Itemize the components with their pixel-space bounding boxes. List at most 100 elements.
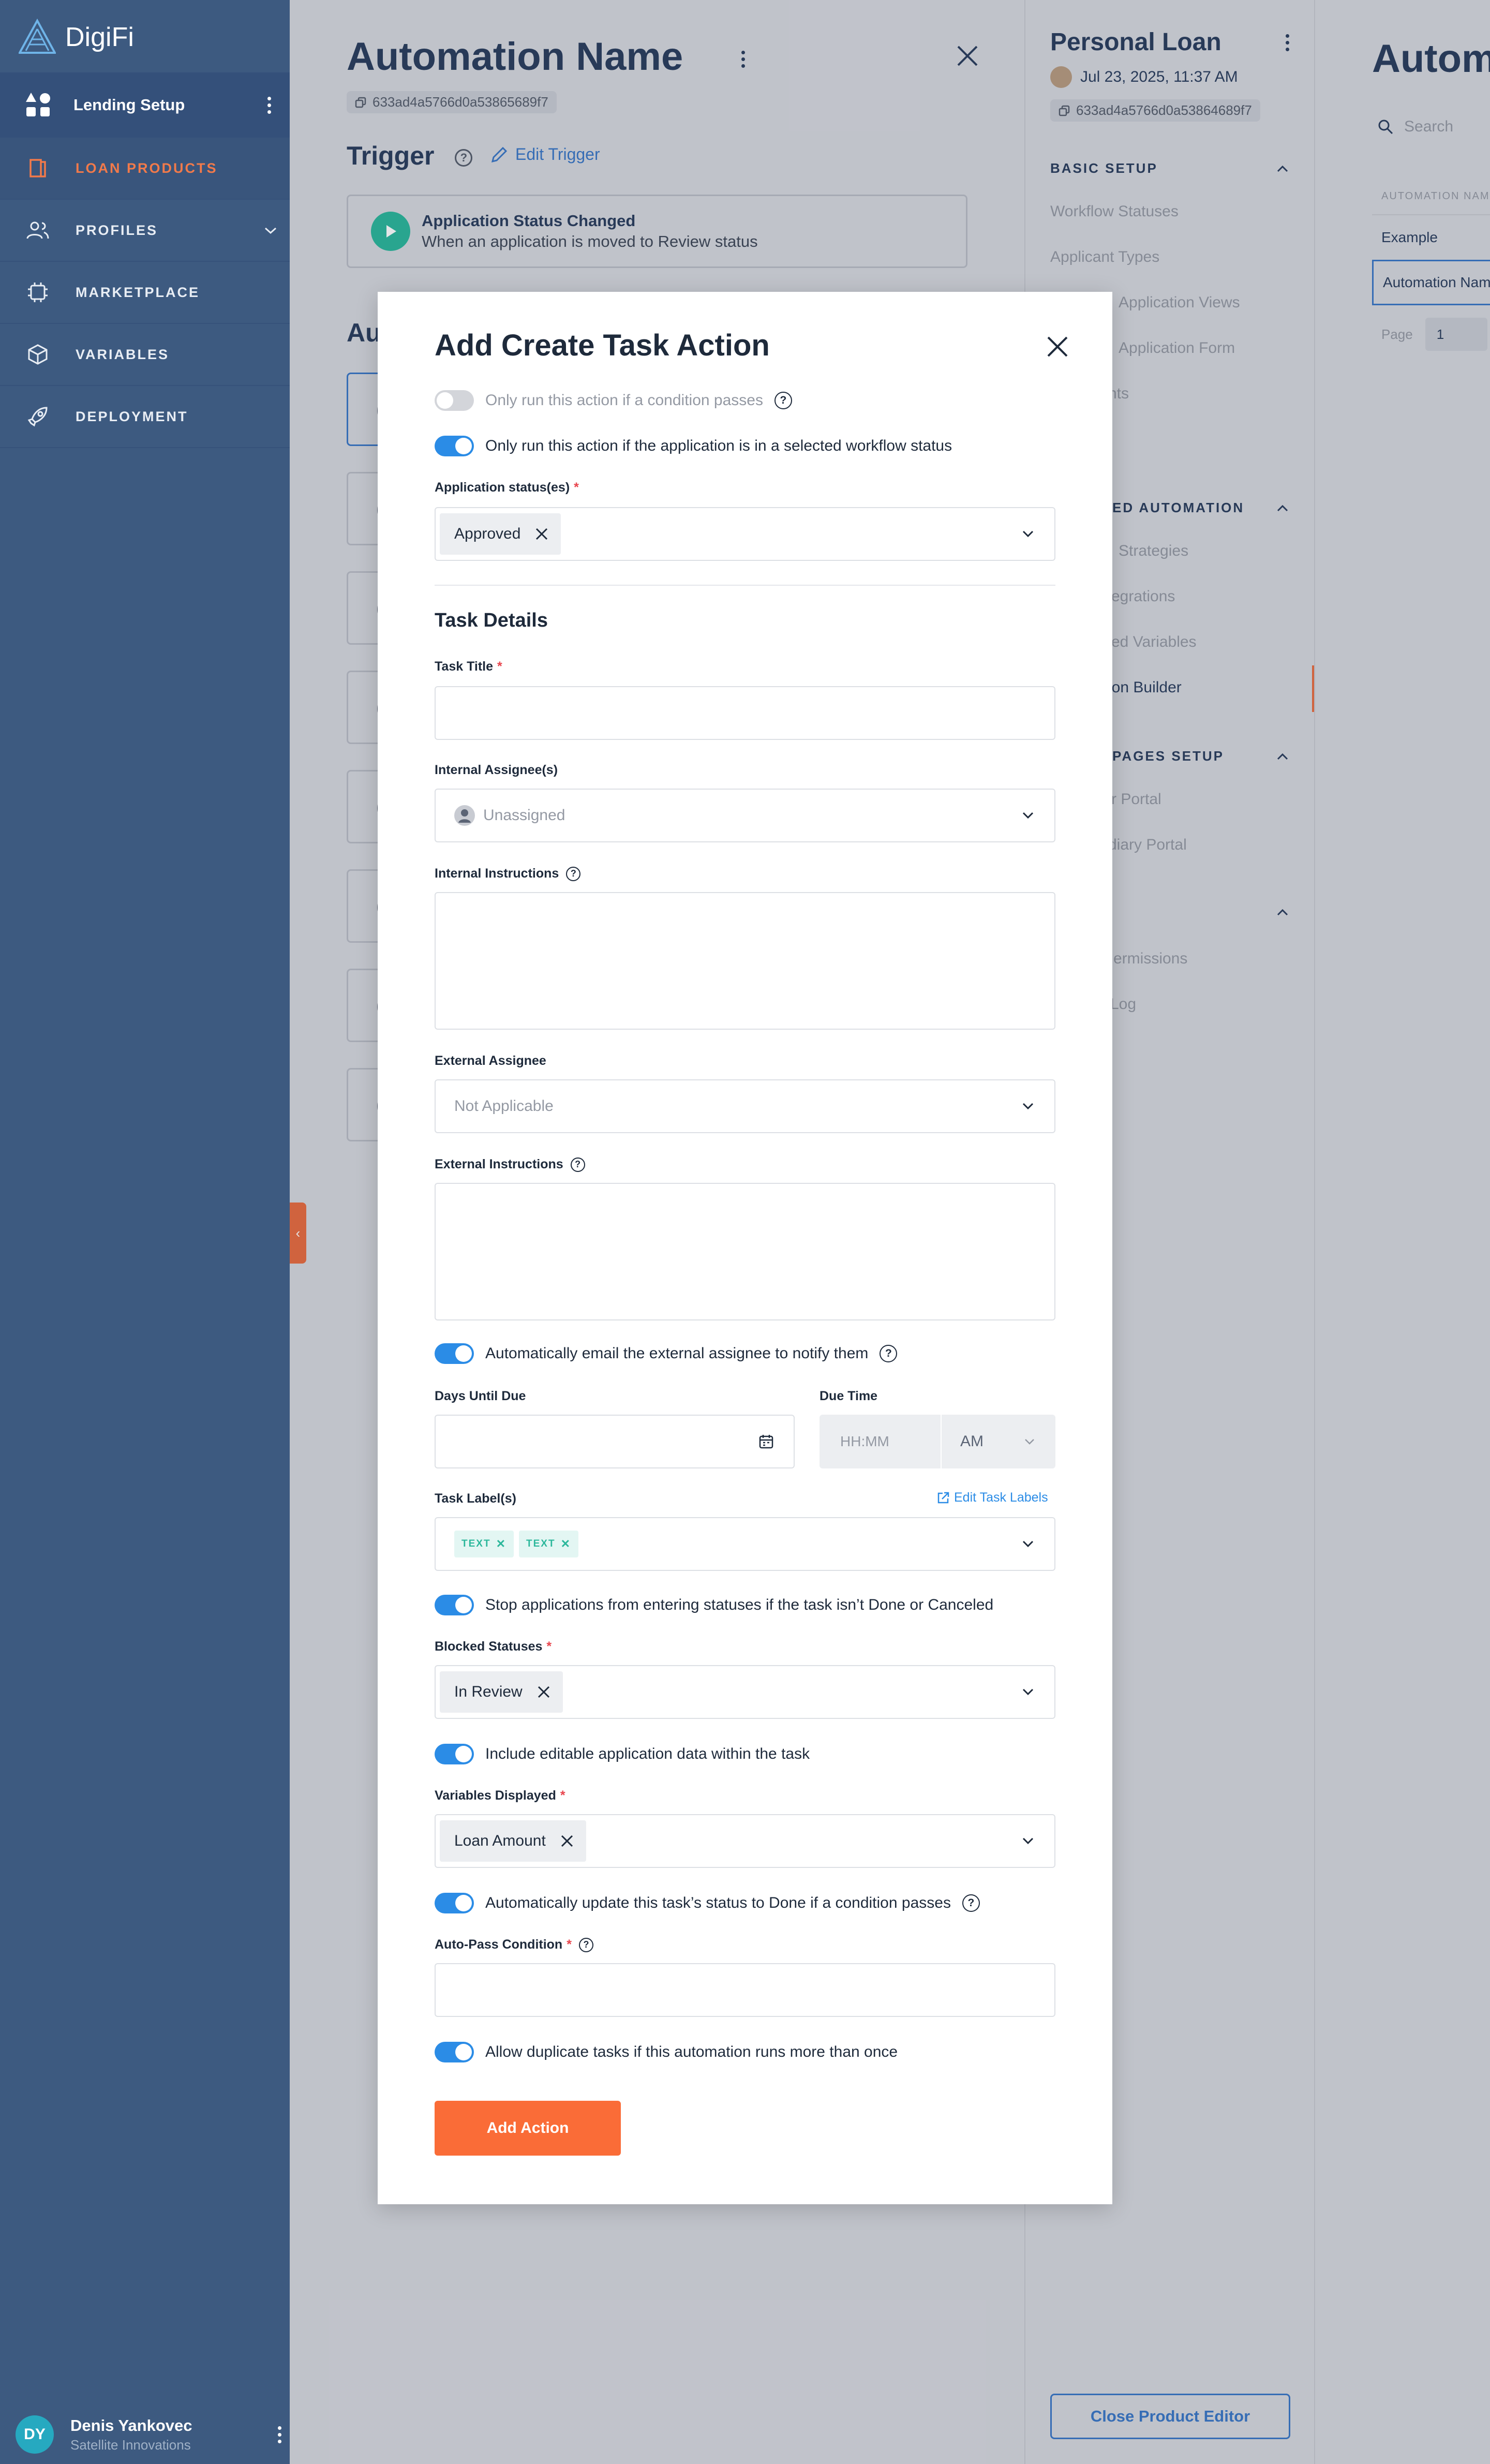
user-menu-icon[interactable]	[274, 2426, 285, 2443]
task-title-label: Task Title *	[435, 659, 502, 674]
include-data-toggle[interactable]	[435, 1744, 474, 1764]
digifi-logo-icon	[19, 19, 56, 54]
help-icon[interactable]: ?	[570, 1157, 585, 1172]
logo-text: DigiFi	[65, 22, 134, 52]
lending-setup-switcher[interactable]: Lending Setup	[0, 72, 290, 138]
due-time-label: Due Time	[820, 1389, 878, 1403]
label-text: Application status(es)	[435, 480, 570, 495]
variables-displayed-label: Variables Displayed *	[435, 1788, 565, 1803]
duplicate-toggle-row: Allow duplicate tasks if this automation…	[435, 2042, 898, 2062]
edit-task-labels-text: Edit Task Labels	[954, 1490, 1048, 1505]
task-title-input[interactable]	[435, 686, 1055, 740]
help-icon[interactable]: ?	[578, 1937, 593, 1952]
assignee-value: Unassigned	[483, 807, 565, 824]
label-text: Task Title	[435, 659, 494, 674]
sidebar-item-label: PROFILES	[76, 222, 158, 238]
toggle-label: Only run this action if a condition pass…	[485, 392, 763, 409]
selected-chip: In Review	[440, 1671, 563, 1713]
sidebar-item-deployment[interactable]: DEPLOYMENT	[0, 386, 290, 448]
include-data-toggle-row: Include editable application data within…	[435, 1744, 810, 1764]
sidebar-item-label: LOAN PRODUCTS	[76, 160, 218, 176]
remove-chip-icon[interactable]	[537, 1685, 550, 1699]
sidebar-item-variables[interactable]: VARIABLES	[0, 324, 290, 386]
chevron-down-icon	[1022, 1688, 1034, 1696]
chip-label: Approved	[454, 525, 521, 542]
auto-pass-condition-input[interactable]	[435, 1963, 1055, 2017]
external-link-icon	[937, 1492, 949, 1503]
variables-displayed-select[interactable]: Loan Amount	[435, 1814, 1055, 1868]
user-info: Denis Yankovec Satellite Innovations	[70, 2416, 274, 2453]
sidebar: DigiFi Lending Setup LOAN PRODUCTS PROFI…	[0, 0, 290, 2464]
task-labels-select[interactable]: TEXT ✕ TEXT ✕	[435, 1517, 1055, 1571]
help-icon[interactable]: ?	[566, 866, 581, 881]
divider	[435, 585, 1055, 586]
task-labels-label: Task Label(s)	[435, 1491, 516, 1506]
internal-assignee-label: Internal Assignee(s)	[435, 763, 558, 777]
status-toggle[interactable]	[435, 436, 474, 456]
remove-chip-icon[interactable]	[535, 527, 548, 541]
sidebar-item-loan-products[interactable]: LOAN PRODUCTS	[0, 138, 290, 200]
help-icon[interactable]: ?	[962, 1894, 980, 1912]
sidebar-item-label: MARKETPLACE	[76, 284, 200, 300]
task-details-heading: Task Details	[435, 610, 548, 631]
book-icon	[26, 156, 50, 180]
external-assignee-value: Not Applicable	[454, 1097, 554, 1115]
task-label-tag: TEXT ✕	[519, 1531, 578, 1557]
external-instructions-textarea[interactable]	[435, 1183, 1055, 1320]
chevron-down-icon	[1022, 530, 1034, 538]
label-text: Variables Displayed	[435, 1788, 556, 1803]
due-time-period-select[interactable]: AM	[942, 1433, 1055, 1450]
help-icon[interactable]: ?	[774, 392, 792, 409]
remove-tag-icon[interactable]: ✕	[496, 1537, 506, 1551]
sidebar-item-profiles[interactable]: PROFILES	[0, 200, 290, 262]
calendar-icon[interactable]	[758, 1434, 774, 1449]
blocked-statuses-label: Blocked Statuses *	[435, 1639, 552, 1654]
avatar: DY	[16, 2415, 54, 2454]
due-time-hhmm[interactable]: HH:MM	[820, 1415, 942, 1468]
logo[interactable]: DigiFi	[19, 19, 134, 56]
chip-icon	[26, 280, 50, 304]
add-action-button[interactable]: Add Action	[435, 2101, 621, 2156]
remove-tag-icon[interactable]: ✕	[561, 1537, 571, 1551]
internal-instructions-textarea[interactable]	[435, 892, 1055, 1030]
toggle-label: Only run this action if the application …	[485, 437, 952, 454]
auto-update-toggle[interactable]	[435, 1893, 474, 1913]
duplicate-toggle[interactable]	[435, 2042, 474, 2062]
tag-label: TEXT	[461, 1538, 491, 1549]
email-toggle[interactable]	[435, 1343, 474, 1364]
label-text: External Instructions	[435, 1157, 563, 1171]
days-until-due-input[interactable]	[435, 1415, 795, 1468]
user-profile[interactable]: DY Denis Yankovec Satellite Innovations	[16, 2415, 285, 2454]
chevron-down-icon[interactable]	[264, 222, 277, 239]
close-icon[interactable]	[1045, 334, 1070, 359]
stop-toggle[interactable]	[435, 1595, 474, 1615]
internal-assignee-select[interactable]: Unassigned	[435, 789, 1055, 842]
application-status-select[interactable]: Approved	[435, 507, 1055, 561]
chevron-down-icon	[1022, 1540, 1034, 1548]
user-org: Satellite Innovations	[70, 2437, 191, 2453]
sidebar-item-marketplace[interactable]: MARKETPLACE	[0, 262, 290, 324]
condition-toggle[interactable]	[435, 390, 474, 411]
email-toggle-row: Automatically email the external assigne…	[435, 1343, 898, 1364]
task-label-tag: TEXT ✕	[454, 1531, 514, 1557]
application-status-label: Application status(es) *	[435, 480, 579, 495]
user-icon	[454, 805, 475, 826]
external-assignee-select[interactable]: Not Applicable	[435, 1079, 1055, 1133]
sidebar-nav: LOAN PRODUCTS PROFILES MARKETPLACE VARIA…	[0, 138, 290, 448]
chip-label: In Review	[454, 1683, 523, 1700]
auto-update-toggle-row: Automatically update this task’s status …	[435, 1893, 980, 1913]
chevron-down-icon	[1022, 1103, 1034, 1110]
lending-setup-menu-icon[interactable]	[264, 96, 274, 114]
due-time-input[interactable]: HH:MM AM	[820, 1415, 1055, 1468]
assignee-placeholder: Unassigned	[454, 805, 565, 826]
edit-task-labels-link[interactable]: Edit Task Labels	[936, 1490, 1048, 1505]
sidebar-item-label: VARIABLES	[76, 346, 170, 362]
users-icon	[26, 218, 50, 242]
condition-toggle-row: Only run this action if a condition pass…	[435, 390, 792, 411]
label-text: Auto-Pass Condition	[435, 1937, 563, 1952]
tag-label: TEXT	[526, 1538, 556, 1549]
toggle-label: Automatically update this task’s status …	[485, 1894, 951, 1911]
remove-chip-icon[interactable]	[560, 1834, 574, 1848]
help-icon[interactable]: ?	[880, 1345, 898, 1362]
blocked-statuses-select[interactable]: In Review	[435, 1665, 1055, 1719]
